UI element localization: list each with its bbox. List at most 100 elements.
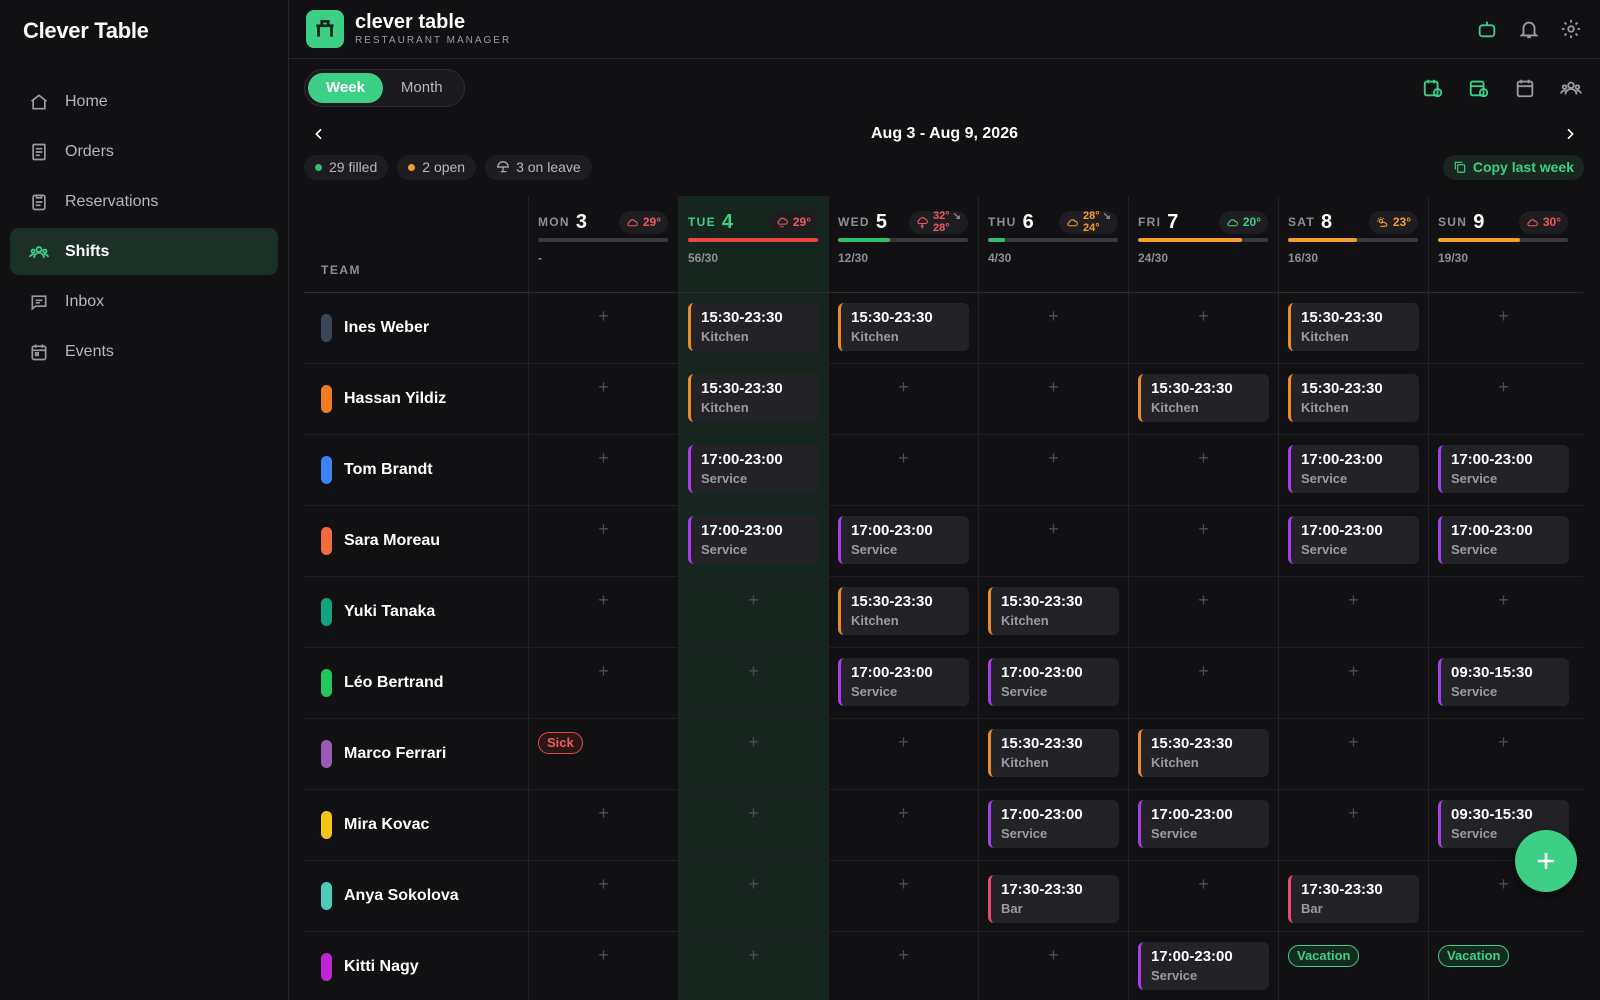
shift-cell[interactable]: 15:30-23:30 Kitchen <box>1278 293 1428 363</box>
add-shift-plus-icon[interactable]: + <box>1048 945 1059 966</box>
copy-last-week-button[interactable]: Copy last week <box>1442 154 1584 180</box>
sidebar-item-reservations[interactable]: Reservations <box>10 178 278 225</box>
shift-cell[interactable]: + <box>1128 648 1278 718</box>
team-member[interactable]: Léo Bertrand <box>304 648 528 718</box>
shift-cell[interactable]: + <box>1278 577 1428 647</box>
shift-card[interactable]: 17:00-23:00 Service <box>1438 516 1569 564</box>
shift-cell[interactable]: 17:00-23:00 Service <box>1428 435 1578 505</box>
shift-card[interactable]: 15:30-23:30 Kitchen <box>988 729 1119 777</box>
add-shift-plus-icon[interactable]: + <box>898 803 909 824</box>
add-shift-plus-icon[interactable]: + <box>1198 661 1209 682</box>
add-shift-plus-icon[interactable]: + <box>1348 661 1359 682</box>
calendar-view-icon[interactable] <box>1512 75 1538 101</box>
add-shift-button[interactable] <box>1515 830 1577 892</box>
shift-card[interactable]: 17:00-23:00 Service <box>988 658 1119 706</box>
day-header-thu[interactable]: THU 6 28° 24° ↘ 4/30 <box>978 196 1128 292</box>
shift-cell[interactable]: 17:00-23:00 Service <box>1428 506 1578 576</box>
add-shift-plus-icon[interactable]: + <box>598 377 609 398</box>
shift-cell[interactable]: 15:30-23:30 Kitchen <box>678 364 828 434</box>
shift-card[interactable]: 17:00-23:00 Service <box>988 800 1119 848</box>
shift-card[interactable]: 15:30-23:30 Kitchen <box>688 374 819 422</box>
day-header-fri[interactable]: FRI 7 20° 24/30 <box>1128 196 1278 292</box>
gear-icon[interactable] <box>1558 16 1584 42</box>
team-member[interactable]: Tom Brandt <box>304 435 528 505</box>
shift-card[interactable]: 17:00-23:00 Service <box>838 658 969 706</box>
bell-icon[interactable] <box>1516 16 1542 42</box>
shift-cell[interactable]: + <box>678 719 828 789</box>
sidebar-item-orders[interactable]: Orders <box>10 128 278 175</box>
shift-cell[interactable]: + <box>528 932 678 1000</box>
day-header-tue[interactable]: TUE 4 29° 56/30 <box>678 196 828 292</box>
add-shift-plus-icon[interactable]: + <box>748 945 759 966</box>
add-shift-plus-icon[interactable]: + <box>1498 590 1509 611</box>
shift-cell[interactable]: 17:30-23:30 Bar <box>1278 861 1428 931</box>
shift-cell[interactable]: + <box>1278 719 1428 789</box>
day-header-sun[interactable]: SUN 9 30° 19/30 <box>1428 196 1578 292</box>
shift-cell[interactable]: + <box>678 790 828 860</box>
add-shift-plus-icon[interactable]: + <box>898 377 909 398</box>
shift-cell[interactable]: + <box>1428 719 1578 789</box>
shift-cell[interactable]: + <box>528 364 678 434</box>
add-shift-plus-icon[interactable]: + <box>748 661 759 682</box>
vacation-badge[interactable]: Vacation <box>1438 945 1510 967</box>
shift-cell[interactable]: + <box>828 719 978 789</box>
sick-badge[interactable]: Sick <box>538 732 583 754</box>
team-member[interactable]: Hassan Yildiz <box>304 364 528 434</box>
shift-cell[interactable]: Vacation <box>1278 932 1428 1000</box>
sidebar-item-home[interactable]: Home <box>10 78 278 125</box>
shift-cell[interactable]: + <box>1128 577 1278 647</box>
week-view-button[interactable]: Week <box>308 73 383 103</box>
add-shift-plus-icon[interactable]: + <box>1348 803 1359 824</box>
shift-cell[interactable]: + <box>678 648 828 718</box>
shift-card[interactable]: 15:30-23:30 Kitchen <box>1138 374 1269 422</box>
team-view-icon[interactable] <box>1558 75 1584 101</box>
shift-cell[interactable]: + <box>528 577 678 647</box>
add-shift-plus-icon[interactable]: + <box>898 945 909 966</box>
day-header-wed[interactable]: WED 5 32° 28° ↘ 12/30 <box>828 196 978 292</box>
add-shift-plus-icon[interactable]: + <box>598 945 609 966</box>
shift-cell[interactable]: 15:30-23:30 Kitchen <box>828 577 978 647</box>
add-shift-plus-icon[interactable]: + <box>1198 306 1209 327</box>
add-shift-plus-icon[interactable]: + <box>1048 448 1059 469</box>
add-shift-plus-icon[interactable]: + <box>1198 874 1209 895</box>
team-member[interactable]: Yuki Tanaka <box>304 577 528 647</box>
shift-card[interactable]: 09:30-15:30 Service <box>1438 658 1569 706</box>
shift-cell[interactable]: + <box>828 790 978 860</box>
shift-cell[interactable]: + <box>828 435 978 505</box>
shift-cell[interactable]: + <box>978 932 1128 1000</box>
day-header-sat[interactable]: SAT 8 23° 16/30 <box>1278 196 1428 292</box>
shift-cell[interactable]: 15:30-23:30 Kitchen <box>1278 364 1428 434</box>
shift-cell[interactable]: 17:00-23:00 Service <box>1278 435 1428 505</box>
add-shift-plus-icon[interactable]: + <box>1498 306 1509 327</box>
add-shift-plus-icon[interactable]: + <box>1198 519 1209 540</box>
shift-cell[interactable]: + <box>678 577 828 647</box>
shift-cell[interactable]: + <box>528 293 678 363</box>
shift-cell[interactable]: + <box>978 364 1128 434</box>
shift-cell[interactable]: + <box>1428 293 1578 363</box>
add-shift-plus-icon[interactable]: + <box>598 803 609 824</box>
add-shift-plus-icon[interactable]: + <box>748 590 759 611</box>
add-shift-plus-icon[interactable]: + <box>1198 590 1209 611</box>
shift-cell[interactable]: + <box>1128 506 1278 576</box>
team-member[interactable]: Ines Weber <box>304 293 528 363</box>
add-shift-plus-icon[interactable]: + <box>1048 306 1059 327</box>
shift-cell[interactable]: + <box>528 861 678 931</box>
add-shift-plus-icon[interactable]: + <box>1348 732 1359 753</box>
shift-cell[interactable]: + <box>678 932 828 1000</box>
sidebar-item-events[interactable]: Events <box>10 328 278 375</box>
shift-card[interactable]: 15:30-23:30 Kitchen <box>1288 303 1419 351</box>
shift-cell[interactable]: + <box>528 648 678 718</box>
shift-cell[interactable]: 17:00-23:00 Service <box>1278 506 1428 576</box>
shift-cell[interactable]: + <box>528 790 678 860</box>
add-shift-plus-icon[interactable]: + <box>598 448 609 469</box>
shift-cell[interactable]: 15:30-23:30 Kitchen <box>1128 719 1278 789</box>
add-shift-plus-icon[interactable]: + <box>1498 874 1509 895</box>
shift-cell[interactable]: + <box>828 932 978 1000</box>
shift-cell[interactable]: + <box>828 861 978 931</box>
add-shift-plus-icon[interactable]: + <box>598 306 609 327</box>
shift-card[interactable]: 17:00-23:00 Service <box>688 516 819 564</box>
shift-cell[interactable]: 17:00-23:00 Service <box>678 435 828 505</box>
shift-card[interactable]: 17:00-23:00 Service <box>688 445 819 493</box>
shift-cell[interactable]: 17:00-23:00 Service <box>978 790 1128 860</box>
sidebar-item-inbox[interactable]: Inbox <box>10 278 278 325</box>
